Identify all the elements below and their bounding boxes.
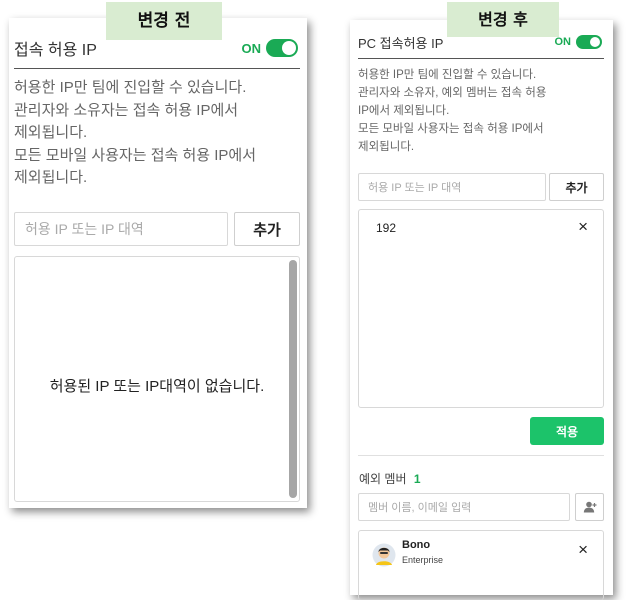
after-add-button[interactable]: 추가 bbox=[549, 173, 604, 201]
after-description: 허용한 IP만 팀에 진입할 수 있습니다. 관리자와 소유자, 예외 멤버는 … bbox=[358, 66, 546, 156]
after-ip-placeholder: 허용 IP 또는 IP 대역 bbox=[368, 182, 462, 194]
member-picker-button[interactable] bbox=[575, 493, 604, 521]
before-ip-placeholder: 허용 IP 또는 IP 대역 bbox=[25, 221, 144, 237]
toggle-knob bbox=[590, 37, 600, 47]
before-desc-line-5: 제외됩니다. bbox=[14, 169, 88, 186]
after-desc-line-1: 허용한 IP만 팀에 진입할 수 있습니다. bbox=[358, 69, 537, 81]
member-search-placeholder: 멤버 이름, 이메일 입력 bbox=[368, 502, 472, 514]
after-toggle-label: ON bbox=[554, 36, 572, 48]
before-description: 허용한 IP만 팀에 진입할 수 있습니다. 관리자와 소유자는 접속 허용 I… bbox=[14, 77, 256, 190]
member-plan: Enterprise bbox=[402, 555, 444, 565]
before-header: 접속 허용 IP ON bbox=[14, 36, 298, 60]
before-toggle-label: ON bbox=[241, 40, 262, 56]
remove-member-icon[interactable]: × bbox=[578, 540, 588, 560]
member-search-input[interactable]: 멤버 이름, 이메일 입력 bbox=[358, 493, 570, 521]
ip-entry: 192 bbox=[376, 221, 397, 235]
before-ip-input[interactable]: 허용 IP 또는 IP 대역 bbox=[14, 212, 228, 246]
after-section-divider bbox=[358, 455, 604, 456]
before-title: 접속 허용 IP bbox=[14, 42, 97, 59]
after-toggle-switch[interactable] bbox=[576, 35, 602, 49]
member-list: Bono Enterprise × bbox=[358, 530, 604, 600]
after-title: PC 접속허용 IP bbox=[358, 35, 444, 51]
before-add-button[interactable]: 추가 bbox=[234, 212, 300, 246]
exception-count: 1 bbox=[413, 472, 421, 486]
before-toggle-switch[interactable] bbox=[266, 39, 298, 57]
before-empty-message: 허용된 IP 또는 IP대역이 없습니다. bbox=[49, 378, 265, 395]
after-ip-list: 192 × bbox=[358, 209, 604, 408]
after-desc-line-3: IP에서 제외됩니다. bbox=[358, 105, 450, 117]
member-row: Bono Enterprise × bbox=[359, 531, 603, 575]
toggle-knob bbox=[282, 41, 296, 55]
exception-label: 예외 멤버 bbox=[359, 472, 407, 486]
apply-button[interactable]: 적용 bbox=[530, 417, 604, 445]
after-desc-line-4: 모든 모바일 사용자는 접속 허용 IP에서 bbox=[358, 123, 544, 135]
remove-ip-icon[interactable]: × bbox=[578, 217, 588, 237]
before-scrollbar[interactable] bbox=[289, 260, 297, 498]
before-desc-line-2: 관리자와 소유자는 접속 허용 IP에서 bbox=[14, 101, 239, 119]
exception-members-header: 예외 멤버 1 bbox=[359, 470, 421, 487]
before-toggle[interactable]: ON bbox=[241, 39, 298, 57]
after-toggle[interactable]: ON bbox=[554, 35, 602, 49]
before-tag: 변경 전 bbox=[106, 2, 222, 40]
after-desc-line-5: 제외됩니다. bbox=[358, 141, 415, 153]
before-desc-line-1: 허용한 IP만 팀에 진입할 수 있습니다. bbox=[14, 79, 247, 96]
after-ip-input[interactable]: 허용 IP 또는 IP 대역 bbox=[358, 173, 546, 201]
before-desc-line-4: 모든 모바일 사용자는 접속 허용 IP에서 bbox=[14, 146, 257, 164]
add-user-icon bbox=[583, 501, 596, 513]
after-divider bbox=[358, 58, 604, 59]
member-avatar bbox=[372, 543, 396, 567]
before-ip-list: 허용된 IP 또는 IP대역이 없습니다. bbox=[14, 256, 300, 502]
after-desc-line-2: 관리자와 소유자, 예외 멤버는 접속 허용 bbox=[358, 87, 547, 99]
after-header: PC 접속허용 IP ON bbox=[358, 32, 602, 52]
before-divider bbox=[14, 68, 300, 69]
before-desc-line-3: 제외됩니다. bbox=[14, 124, 88, 141]
member-name: Bono bbox=[402, 539, 431, 551]
